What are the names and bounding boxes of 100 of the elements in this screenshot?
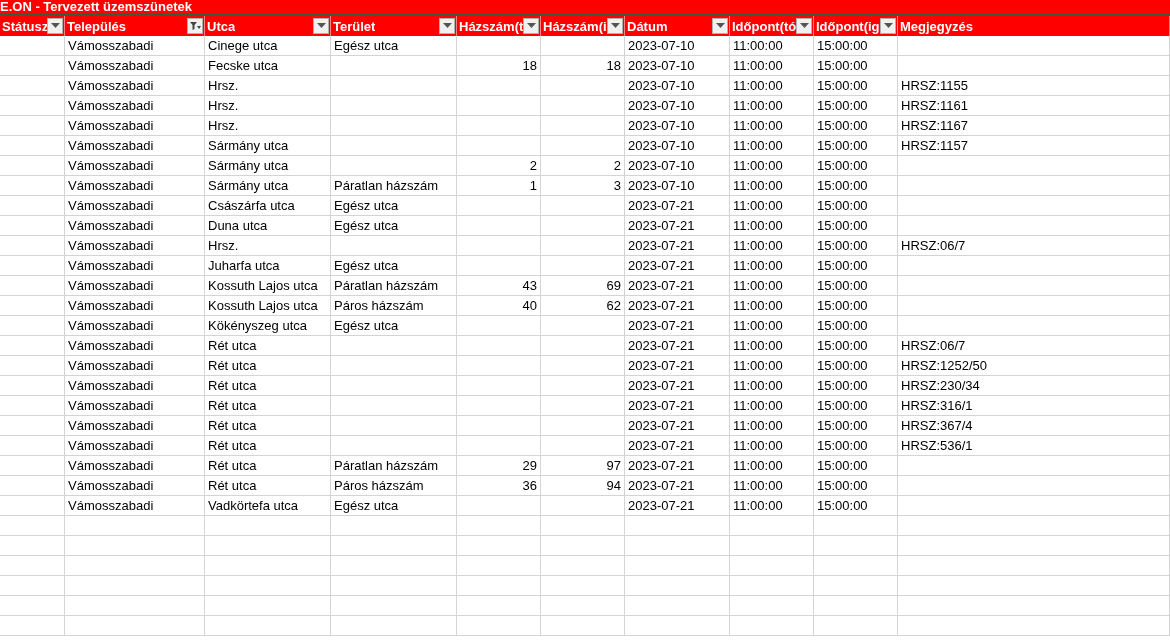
table-cell: Vámosszabadi [65,36,205,56]
dropdown-icon[interactable] [880,18,896,34]
column-header-label: Település [67,18,126,34]
table-cell: Kossuth Lajos utca [205,276,331,296]
table-cell: Hrsz. [205,96,331,116]
table-cell: 15:00:00 [814,236,898,256]
table-cell [0,96,65,116]
table-cell: 2023-07-21 [625,296,730,316]
table-cell [0,376,65,396]
column-header-label: Időpont(ig [816,18,880,34]
table-cell: 2 [457,156,541,176]
table-cell: 11:00:00 [730,396,814,416]
table-cell: Vámosszabadi [65,296,205,316]
table-cell: 97 [541,456,625,476]
table-cell: 2023-07-10 [625,176,730,196]
dropdown-icon[interactable] [796,18,812,34]
table-cell: Kökényszeg utca [205,316,331,336]
dropdown-icon[interactable] [47,18,63,34]
table-cell: Vámosszabadi [65,476,205,496]
filter-icon[interactable] [187,18,203,34]
table-cell: HRSZ:316/1 [898,396,1170,416]
table-cell [0,396,65,416]
column-header-label: Dátum [627,18,668,34]
table-cell: Vámosszabadi [65,416,205,436]
table-cell: HRSZ:367/4 [898,416,1170,436]
table-cell: HRSZ:1161 [898,96,1170,116]
table-cell: Egész utca [331,36,457,56]
table-cell: Vámosszabadi [65,336,205,356]
table-cell: Vámosszabadi [65,136,205,156]
table-cell: 11:00:00 [730,196,814,216]
table-cell [0,516,65,536]
table-cell [0,56,65,76]
table-cell: Rét utca [205,476,331,496]
dropdown-icon[interactable] [607,18,623,34]
table-cell: Vámosszabadi [65,376,205,396]
table-cell: 11:00:00 [730,156,814,176]
table-cell: 69 [541,276,625,296]
table-cell: Egész utca [331,216,457,236]
table-cell [0,196,65,216]
dropdown-icon[interactable] [523,18,539,34]
table-cell: 2023-07-21 [625,356,730,376]
table-cell: 11:00:00 [730,296,814,316]
table-cell [0,236,65,256]
table-cell: 2023-07-10 [625,136,730,156]
dropdown-icon[interactable] [439,18,455,34]
table-cell: 2023-07-21 [625,196,730,216]
table-cell: 2023-07-21 [625,436,730,456]
table-cell [0,76,65,96]
table-cell [0,456,65,476]
table-cell: 2023-07-21 [625,456,730,476]
table-cell: Vámosszabadi [65,156,205,176]
table-cell: 11:00:00 [730,456,814,476]
table-cell: HRSZ:06/7 [898,336,1170,356]
table-cell [0,576,65,596]
table-cell: Egész utca [331,316,457,336]
table-cell: Rét utca [205,456,331,476]
table-cell: 11:00:00 [730,36,814,56]
table-cell: 15:00:00 [814,416,898,436]
table-cell: 15:00:00 [814,256,898,276]
table-cell: 15:00:00 [814,156,898,176]
table-cell: Hrsz. [205,116,331,136]
table-cell: 15:00:00 [814,136,898,156]
table-cell [0,316,65,336]
table-cell [0,276,65,296]
table-cell: 2023-07-10 [625,156,730,176]
column-header-label: Házszám(t [459,18,523,34]
table-cell: 15:00:00 [814,196,898,216]
table-cell: 15:00:00 [814,216,898,236]
column-header-label: Házszám(i [543,18,607,34]
table-cell: Rét utca [205,356,331,376]
table-cell: Egész utca [331,196,457,216]
table-cell: 2 [541,156,625,176]
table-cell: 11:00:00 [730,176,814,196]
table-cell: 62 [541,296,625,316]
table-cell: 15:00:00 [814,356,898,376]
table-cell: 36 [457,476,541,496]
table-cell [0,556,65,576]
table-cell: 11:00:00 [730,336,814,356]
table-cell: 11:00:00 [730,56,814,76]
table-cell [0,436,65,456]
table-cell: 15:00:00 [814,376,898,396]
table-cell: 15:00:00 [814,276,898,296]
table-cell: 3 [541,176,625,196]
table-cell: 15:00:00 [814,336,898,356]
dropdown-icon[interactable] [313,18,329,34]
table-cell: 15:00:00 [814,436,898,456]
table-cell: Vámosszabadi [65,436,205,456]
table-cell: HRSZ:06/7 [898,236,1170,256]
table-cell: 15:00:00 [814,76,898,96]
table-cell: HRSZ:1252/50 [898,356,1170,376]
table-cell: Vámosszabadi [65,396,205,416]
table-cell: 2023-07-21 [625,376,730,396]
table-cell: 11:00:00 [730,496,814,516]
table-cell: 2023-07-21 [625,216,730,236]
table-cell: Duna utca [205,216,331,236]
table-cell: Rét utca [205,396,331,416]
table-cell: 15:00:00 [814,96,898,116]
dropdown-icon[interactable] [712,18,728,34]
table-cell: 11:00:00 [730,476,814,496]
table-cell: Vámosszabadi [65,496,205,516]
